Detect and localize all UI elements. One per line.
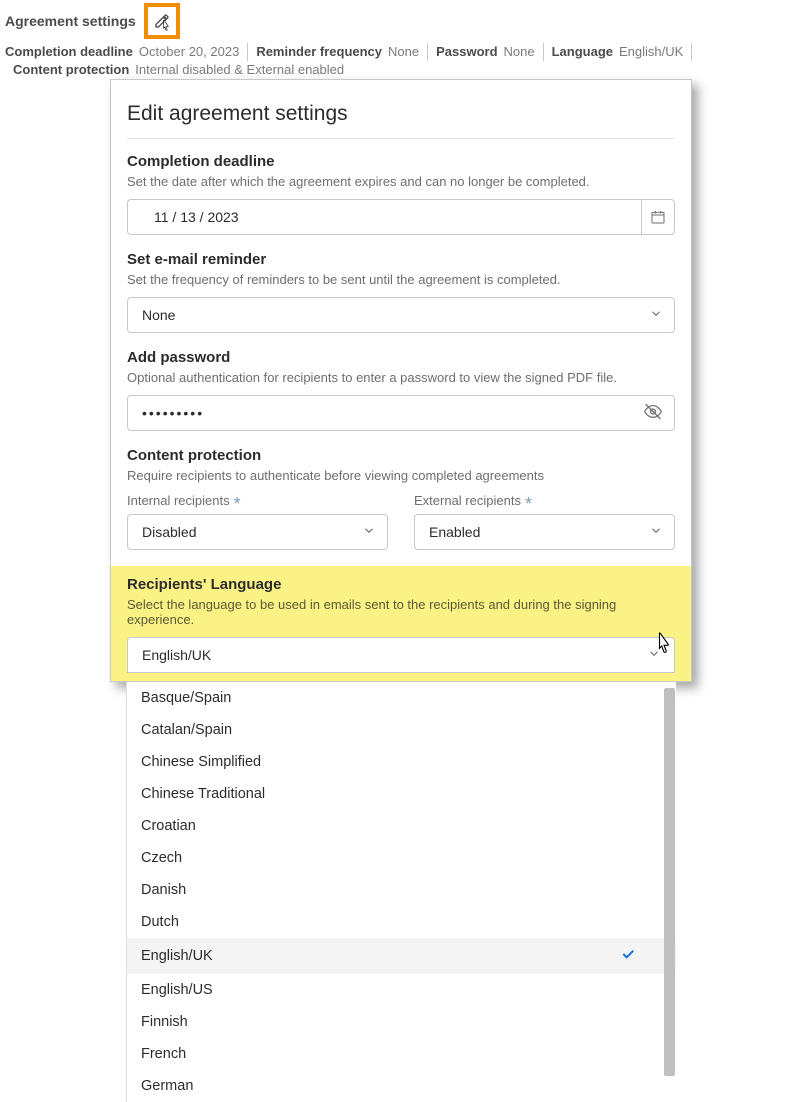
edit-settings-button[interactable] <box>144 3 180 39</box>
email-reminder-title: Set e-mail reminder <box>127 251 675 268</box>
password-section: Add password Optional authentication for… <box>127 349 675 431</box>
content-protection-desc: Require recipients to authenticate befor… <box>127 468 675 483</box>
calendar-button[interactable] <box>641 199 675 235</box>
language-option-label: Chinese Traditional <box>141 786 265 802</box>
internal-recipients-select[interactable]: Disabled <box>127 514 388 550</box>
language-option[interactable]: Chinese Traditional <box>127 778 676 810</box>
cursor-pointer-icon <box>651 631 677 664</box>
check-icon <box>620 946 636 966</box>
language-option-label: French <box>141 1046 186 1062</box>
internal-recipients-label: Internal recipients* <box>127 493 388 508</box>
language-option-label: English/UK <box>141 948 213 964</box>
language-option[interactable]: Croatian <box>127 810 676 842</box>
external-recipients-select[interactable]: Enabled <box>414 514 675 550</box>
password-field[interactable]: ••••••••• <box>127 395 675 431</box>
language-select[interactable]: English/UK <box>127 637 675 673</box>
language-option[interactable]: Catalan/Spain <box>127 714 676 746</box>
cursor-pointer-icon <box>158 19 174 38</box>
language-option[interactable]: Danish <box>127 874 676 906</box>
completion-deadline-desc: Set the date after which the agreement e… <box>127 174 675 189</box>
recipients-language-title: Recipients' Language <box>127 576 675 593</box>
language-option-label: Danish <box>141 882 186 898</box>
language-option-label: German <box>141 1078 193 1094</box>
language-option[interactable]: Finnish <box>127 1006 676 1038</box>
email-reminder-section: Set e-mail reminder Set the frequency of… <box>127 251 675 333</box>
content-protection-section: Content protection Require recipients to… <box>127 447 675 550</box>
language-option[interactable]: Dutch <box>127 906 676 938</box>
visibility-off-icon[interactable] <box>643 402 663 425</box>
dialog-title: Edit agreement settings <box>127 102 675 139</box>
language-dropdown-list: Basque/Spain Catalan/Spain Chinese Simplif… <box>126 682 676 1102</box>
summary-reminder-frequency: Reminder frequency None <box>248 43 428 61</box>
recipients-language-section: Recipients' Language Select the language… <box>111 566 691 681</box>
settings-summary: Completion deadline October 20, 2023 Rem… <box>5 43 799 83</box>
language-option[interactable]: English/UK <box>127 938 676 974</box>
email-reminder-desc: Set the frequency of reminders to be sen… <box>127 272 675 287</box>
language-option[interactable]: French <box>127 1038 676 1070</box>
language-option-label: Catalan/Spain <box>141 722 232 738</box>
language-option-label: Dutch <box>141 914 179 930</box>
language-option[interactable]: Czech <box>127 842 676 874</box>
language-option[interactable]: German <box>127 1070 676 1102</box>
summary-language: Language English/UK <box>544 43 693 61</box>
external-recipients-label: External recipients* <box>414 493 675 508</box>
summary-completion-deadline: Completion deadline October 20, 2023 <box>5 43 248 61</box>
language-option[interactable]: English/US <box>127 974 676 1006</box>
header-bar: Agreement settings Completion deadline O… <box>0 0 804 83</box>
recipients-language-desc: Select the language to be used in emails… <box>127 597 675 627</box>
scrollbar-thumb[interactable] <box>664 688 675 1076</box>
language-option[interactable]: Chinese Simplified <box>127 746 676 778</box>
language-option-label: Finnish <box>141 1014 188 1030</box>
language-option-label: Czech <box>141 850 182 866</box>
summary-content-protection: Content protection Internal disabled & E… <box>5 61 352 79</box>
page-title: Agreement settings <box>5 13 136 29</box>
edit-agreement-dialog: Edit agreement settings Completion deadl… <box>110 79 692 682</box>
language-option-label: English/US <box>141 982 213 998</box>
completion-deadline-input[interactable]: 11 / 13 / 2023 <box>127 199 641 235</box>
content-protection-title: Content protection <box>127 447 675 464</box>
language-option[interactable]: Basque/Spain <box>127 682 676 714</box>
language-option-label: Chinese Simplified <box>141 754 261 770</box>
language-option-label: Basque/Spain <box>141 690 231 706</box>
password-title: Add password <box>127 349 675 366</box>
calendar-icon <box>650 209 666 225</box>
password-desc: Optional authentication for recipients t… <box>127 370 675 385</box>
reminder-frequency-select[interactable]: None <box>127 297 675 333</box>
scrollbar[interactable] <box>662 682 676 1102</box>
completion-deadline-section: Completion deadline Set the date after w… <box>127 153 675 235</box>
language-option-label: Croatian <box>141 818 196 834</box>
completion-deadline-title: Completion deadline <box>127 153 675 170</box>
summary-password: Password None <box>428 43 544 61</box>
